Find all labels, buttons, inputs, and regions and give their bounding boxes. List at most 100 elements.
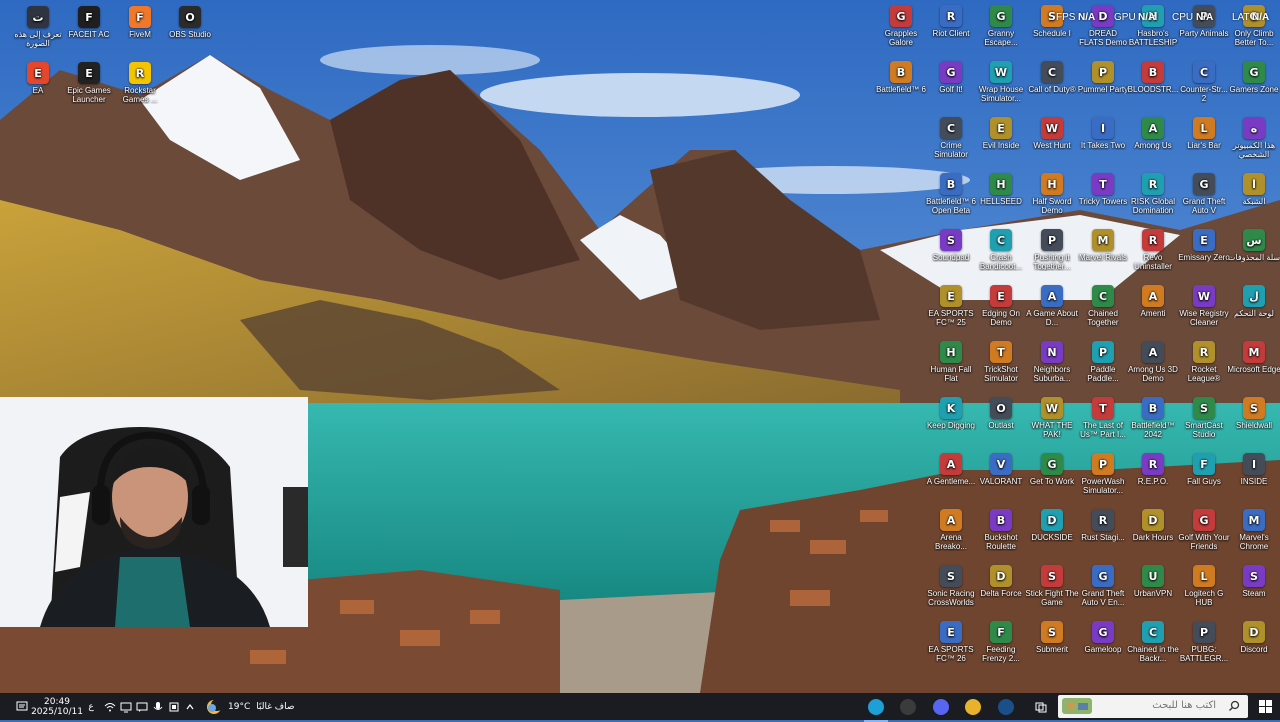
desktop-icon-app[interactable]: S Submerit	[1025, 621, 1079, 654]
desktop-icon-app[interactable]: H Half Sword Demo	[1025, 173, 1079, 215]
desktop-icon-app[interactable]: F Feeding Frenzy 2...	[974, 621, 1028, 663]
desktop-icon-app[interactable]: G Grand Theft Auto V	[1177, 173, 1231, 215]
desktop-icon-app[interactable]: H HELLSEED	[974, 173, 1028, 206]
desktop-icon-app[interactable]: P Pummel Party	[1076, 61, 1130, 94]
desktop-icon-app[interactable]: G Grand Theft Auto V En...	[1076, 565, 1130, 607]
desktop-icon-app[interactable]: G Grapples Galore	[874, 5, 928, 47]
desktop-icon-app[interactable]: A Arena Breako...	[924, 509, 978, 551]
desktop-icon-app[interactable]: A Among Us	[1126, 117, 1180, 150]
desktop-icon-app[interactable]: G Golf With Your Friends	[1177, 509, 1231, 551]
desktop-icon-app[interactable]: ا الشبكة	[1227, 173, 1280, 206]
desktop-icon-app[interactable]: C Call of Duty®	[1025, 61, 1079, 94]
desktop-icon-app[interactable]: S Sonic Racing CrossWorlds	[924, 565, 978, 607]
desktop-icon-app[interactable]: E Edging On Demo	[974, 285, 1028, 327]
desktop-icon-app[interactable]: D Dark Hours	[1126, 509, 1180, 542]
desktop-icon-app[interactable]: W West Hunt	[1025, 117, 1079, 150]
desktop-icon-app[interactable]: U UrbanVPN	[1126, 565, 1180, 598]
desktop-icon-app[interactable]: R Revo Uninstaller	[1126, 229, 1180, 271]
chat-icon[interactable]	[135, 693, 149, 720]
desktop-icon-app[interactable]: P PowerWash Simulator...	[1076, 453, 1130, 495]
task-view-icon[interactable]	[1032, 693, 1050, 720]
desktop-icon-app[interactable]: W Wrap House Simulator...	[974, 61, 1028, 103]
desktop-icon-app[interactable]: A A Gentleme...	[924, 453, 978, 486]
desktop-icon-app[interactable]: O Outlast	[974, 397, 1028, 430]
desktop-icon-app[interactable]: S Soundpad	[924, 229, 978, 262]
desktop-icon-app[interactable]: E Emissary Zero	[1177, 229, 1231, 262]
desktop-icon-app[interactable]: W Wise Registry Cleaner	[1177, 285, 1231, 327]
desktop-icon-app[interactable]: T Tricky Towers	[1076, 173, 1130, 206]
desktop-icon-app[interactable]: E EA SPORTS FC™ 25	[924, 285, 978, 327]
desktop-icon-app[interactable]: B Battlefield™ 2042	[1126, 397, 1180, 439]
desktop-icon-app[interactable]: B Battlefield™ 6	[874, 61, 928, 94]
desktop-icon-app[interactable]: R RISK Global Domination	[1126, 173, 1180, 215]
desktop-icon-app[interactable]: S SmartCast Studio	[1177, 397, 1231, 439]
desktop-icon-app[interactable]: E Evil Inside	[974, 117, 1028, 150]
desktop-icon-app[interactable]: H Human Fall Flat	[924, 341, 978, 383]
desktop-icon-rockstar[interactable]: R Rockstar Games ...	[113, 62, 167, 104]
microphone-icon[interactable]	[151, 693, 165, 720]
desktop-icon-obs[interactable]: O OBS Studio	[163, 6, 217, 39]
desktop-icon-app[interactable]: G Gameloop	[1076, 621, 1130, 654]
desktop-icon-app[interactable]: A Among Us 3D Demo	[1126, 341, 1180, 383]
chevron-up-icon[interactable]	[183, 693, 197, 720]
weather-widget[interactable]: 19°C صاف غالبًا	[206, 693, 306, 720]
desktop-icon-app[interactable]: D Discord	[1227, 621, 1280, 654]
desktop-icon-app[interactable]: I INSIDE	[1227, 453, 1280, 486]
search-input[interactable]	[1074, 699, 1218, 712]
desktop-icon-app[interactable]: B Buckshot Roulette	[974, 509, 1028, 551]
input-language-indicator[interactable]: ع	[84, 693, 98, 720]
desktop-icon-app[interactable]: P Paddle Paddle...	[1076, 341, 1130, 383]
desktop-icon-app[interactable]: R Rust Stagi...	[1076, 509, 1130, 542]
desktop-icon-app[interactable]: C Chained in the Backr...	[1126, 621, 1180, 663]
desktop-icon-app[interactable]: T TrickShot Simulator	[974, 341, 1028, 383]
desktop-icon-app[interactable]: L Logitech G HUB	[1177, 565, 1231, 607]
desktop-icon-app[interactable]: G Granny Escape...	[974, 5, 1028, 47]
taskbar-app-discord[interactable]	[929, 693, 953, 720]
desktop-icon-app[interactable]: B Battlefield™ 6 Open Beta	[924, 173, 978, 215]
desktop-icon-app[interactable]: ه هذا الكمبيوتر الشخصي	[1227, 117, 1280, 159]
desktop-icon-app[interactable]: S Stick Fight The Game	[1025, 565, 1079, 607]
desktop-icon-app[interactable]: C Crime Simulator	[924, 117, 978, 159]
desktop-icon-app[interactable]: C Crash Bandicoot...	[974, 229, 1028, 271]
desktop-icon-app[interactable]: R Riot Client	[924, 5, 978, 38]
desktop-icon-fivem[interactable]: F FiveM	[113, 6, 167, 39]
taskbar-app-chrome[interactable]	[961, 693, 985, 720]
desktop-icon-app[interactable]: T The Last of Us™ Part I...	[1076, 397, 1130, 439]
desktop-icon-app[interactable]: C Chained Together	[1076, 285, 1130, 327]
desktop-icon-info[interactable]: ت تعرف إلى هذه الصورة	[11, 6, 65, 48]
taskbar-app-steam[interactable]	[994, 693, 1018, 720]
desktop-icon-app[interactable]: K Keep Digging	[924, 397, 978, 430]
desktop-icon-ea[interactable]: E EA	[11, 62, 65, 95]
desktop-icon-app[interactable]: F Fall Guys	[1177, 453, 1231, 486]
desktop-icon-app[interactable]: R Rocket League®	[1177, 341, 1231, 383]
desktop-icon-app[interactable]: C Counter-Str... 2	[1177, 61, 1231, 103]
desktop-icon-app[interactable]: P PUBG: BATTLEGR...	[1177, 621, 1231, 663]
desktop-icon-app[interactable]: B BLOODSTR...	[1126, 61, 1180, 94]
desktop-icon-app[interactable]: N Neighbors Suburba...	[1025, 341, 1079, 383]
desktop-icon-app[interactable]: ل لوحة التحكم	[1227, 285, 1280, 318]
clock[interactable]: 20:49 2025/10/11	[31, 693, 83, 720]
desktop-icon-app[interactable]: S Shieldwall	[1227, 397, 1280, 430]
desktop-icon-app[interactable]: I It Takes Two	[1076, 117, 1130, 150]
desktop-icon-app[interactable]: A Amenti	[1126, 285, 1180, 318]
notifications-icon[interactable]	[14, 693, 30, 720]
desktop-icon-app[interactable]: W WHAT THE PAK!	[1025, 397, 1079, 439]
desktop-icon-app[interactable]: P Pushing it Together...	[1025, 229, 1079, 271]
taskbar-app-obs[interactable]	[896, 693, 920, 720]
wifi-icon[interactable]	[102, 693, 118, 720]
taskbar-app-edge[interactable]	[864, 693, 888, 722]
desktop-icon-app[interactable]: S Steam	[1227, 565, 1280, 598]
start-button[interactable]	[1255, 693, 1275, 720]
search-box[interactable]	[1058, 695, 1248, 718]
desktop-icon-faceit[interactable]: F FACEIT AC	[62, 6, 116, 39]
desktop-icon-app[interactable]: L Liar's Bar	[1177, 117, 1231, 150]
desktop-icon-app[interactable]: R R.E.P.O.	[1126, 453, 1180, 486]
display-icon[interactable]	[119, 693, 133, 720]
desktop-icon-app[interactable]: M Marvel's Chrome	[1227, 509, 1280, 551]
desktop-icon-app[interactable]: E EA SPORTS FC™ 26	[924, 621, 978, 663]
desktop-icon-app[interactable]: D DUCKSIDE	[1025, 509, 1079, 542]
desktop-icon-app[interactable]: D Delta Force	[974, 565, 1028, 598]
desktop-icon-app[interactable]: س سلة المحذوفات	[1227, 229, 1280, 262]
desktop-icon-app[interactable]: V VALORANT	[974, 453, 1028, 486]
desktop-icon-app[interactable]: G Get To Work	[1025, 453, 1079, 486]
